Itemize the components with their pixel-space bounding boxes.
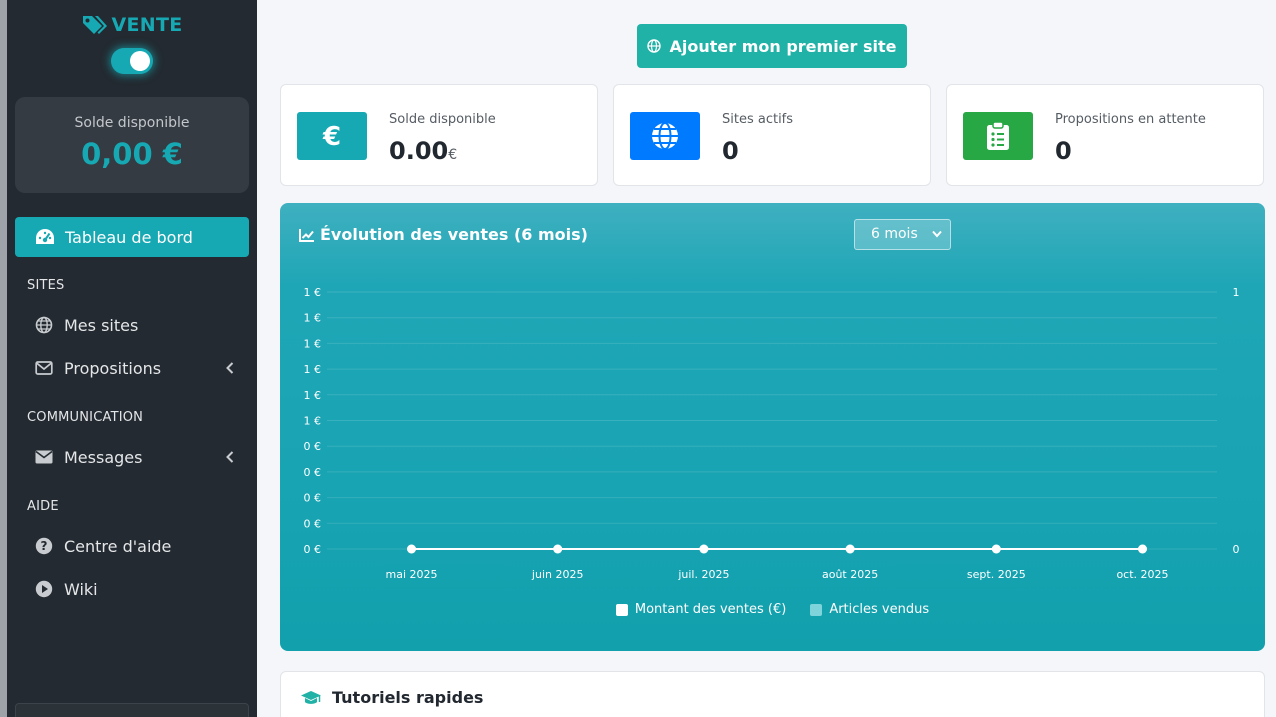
svg-text:€: €: [322, 123, 341, 149]
sidebar-item-messages[interactable]: Messages: [15, 438, 249, 476]
chevron-left-icon: [226, 362, 234, 374]
y-tick-label: 1 €: [304, 363, 322, 376]
tutorials-title: Tutoriels rapides: [300, 688, 483, 707]
legend-item[interactable]: Articles vendus: [810, 602, 929, 617]
x-tick-label: août 2025: [822, 568, 878, 581]
clipboard-list-icon: [963, 112, 1033, 160]
y-tick-label: 0 €: [304, 466, 322, 479]
svg-text:?: ?: [41, 539, 48, 553]
sidebar-item-label: Propositions: [64, 358, 162, 378]
envelope-open-icon: [35, 359, 53, 377]
stat-card-balance: € Solde disponible 0.00€: [280, 84, 598, 186]
sidebar-footer: [15, 703, 249, 717]
x-tick-label: sept. 2025: [967, 568, 1026, 581]
legend-swatch: [810, 603, 823, 616]
sidebar-item-wiki[interactable]: Wiki: [15, 570, 249, 608]
euro-icon: €: [297, 112, 367, 160]
add-first-site-label: Ajouter mon premier site: [669, 36, 897, 56]
balance-card: Solde disponible 0,00 €: [15, 97, 249, 193]
brand-label: VENTE: [111, 14, 183, 36]
balance-value: 0,00 €: [81, 137, 183, 171]
globe-icon: [630, 112, 700, 160]
chart-legend: Montant des ventes (€) Articles vendus: [280, 602, 1265, 617]
data-point: [991, 544, 1001, 554]
y-tick-label: 1 €: [304, 337, 322, 350]
add-first-site-button[interactable]: Ajouter mon premier site: [637, 24, 907, 68]
play-circle-icon: [35, 580, 53, 598]
stat-title: Propositions en attente: [1055, 112, 1206, 127]
sidebar-item-propositions[interactable]: Propositions: [15, 349, 249, 387]
chart-title: Évolution des ventes (6 mois): [299, 225, 588, 244]
y-tick-label: 0 €: [304, 492, 322, 505]
mode-toggle[interactable]: [111, 48, 153, 74]
envelope-icon: [35, 448, 53, 466]
y-tick-label: 1 €: [304, 286, 322, 299]
tutorials-card: Tutoriels rapides: [280, 671, 1265, 717]
x-tick-label: mai 2025: [385, 568, 437, 581]
sidebar-item-label: Tableau de bord: [65, 227, 193, 247]
y2-tick-label: 0: [1233, 543, 1240, 556]
y-tick-label: 0 €: [304, 440, 322, 453]
tutorials-title-label: Tutoriels rapides: [332, 688, 484, 707]
chart-line-icon: [299, 228, 314, 242]
section-aide: AIDE: [27, 499, 59, 514]
section-sites: SITES: [27, 278, 65, 293]
x-tick-label: juil. 2025: [677, 568, 729, 581]
globe-icon: [647, 39, 662, 53]
stat-title: Sites actifs: [722, 112, 794, 127]
sidebar: VENTE Solde disponible 0,00 € Tableau de…: [7, 0, 257, 717]
graduation-cap-icon: [301, 690, 321, 704]
sales-chart-card: 1 € 1 € 1 € 1 € 1 € 1 € 0 € 0 € 0 € 0 € 0 € 1 0 mai 2…: [280, 203, 1265, 651]
y-tick-label: 0 €: [304, 543, 322, 556]
toggle-knob: [130, 51, 150, 71]
globe-icon: [35, 316, 53, 334]
legend-label: Montant des ventes (€): [634, 602, 787, 617]
y-tick-label: 1 €: [304, 415, 322, 428]
data-point: [407, 544, 416, 554]
y-tick-label: 1 €: [304, 389, 322, 402]
sales-chart: 1 € 1 € 1 € 1 € 1 € 1 € 0 € 0 € 0 € 0 € 0 € 1 0 mai 2…: [304, 286, 1240, 581]
sidebar-item-mes-sites[interactable]: Mes sites: [15, 306, 249, 344]
data-point: [1138, 544, 1147, 554]
chevron-down-icon: [932, 230, 942, 238]
y-tick-label: 0 €: [304, 517, 322, 530]
tags-icon: [83, 16, 108, 34]
stat-unit: €: [448, 147, 458, 163]
legend-label: Articles vendus: [829, 602, 930, 617]
stat-value: 0: [722, 137, 739, 165]
period-select-value: 6 mois: [871, 226, 918, 242]
sidebar-item-label: Messages: [64, 447, 143, 467]
sidebar-item-centre-aide[interactable]: ? Centre d'aide: [15, 527, 249, 565]
data-point: [845, 544, 855, 554]
x-tick-label: oct. 2025: [1116, 568, 1168, 581]
data-point: [553, 544, 563, 554]
data-point: [699, 544, 709, 554]
stat-value: 0.00€: [389, 137, 458, 165]
sidebar-item-label: Wiki: [64, 579, 98, 599]
tachometer-icon: [36, 229, 54, 244]
sidebar-item-dashboard[interactable]: Tableau de bord: [15, 217, 249, 257]
window-edge: [0, 0, 7, 717]
y-tick-label: 1 €: [304, 312, 322, 325]
stat-card-pending-proposals: Propositions en attente 0: [946, 84, 1264, 186]
balance-label: Solde disponible: [74, 115, 190, 131]
legend-swatch: [615, 603, 628, 616]
brand: VENTE: [7, 14, 257, 40]
chevron-left-icon: [226, 451, 234, 463]
stat-value: 0: [1055, 137, 1072, 165]
stat-title: Solde disponible: [389, 112, 496, 127]
chart-title-label: Évolution des ventes (6 mois): [320, 225, 588, 244]
section-communication: COMMUNICATION: [27, 410, 144, 425]
y2-tick-label: 1: [1233, 286, 1240, 299]
stat-card-active-sites: Sites actifs 0: [613, 84, 931, 186]
sidebar-item-label: Mes sites: [64, 315, 139, 335]
legend-item[interactable]: Montant des ventes (€): [615, 602, 787, 617]
sidebar-item-label: Centre d'aide: [64, 536, 172, 556]
period-select[interactable]: 6 mois: [854, 219, 951, 250]
question-circle-icon: ?: [35, 537, 53, 555]
x-tick-label: juin 2025: [531, 568, 584, 581]
